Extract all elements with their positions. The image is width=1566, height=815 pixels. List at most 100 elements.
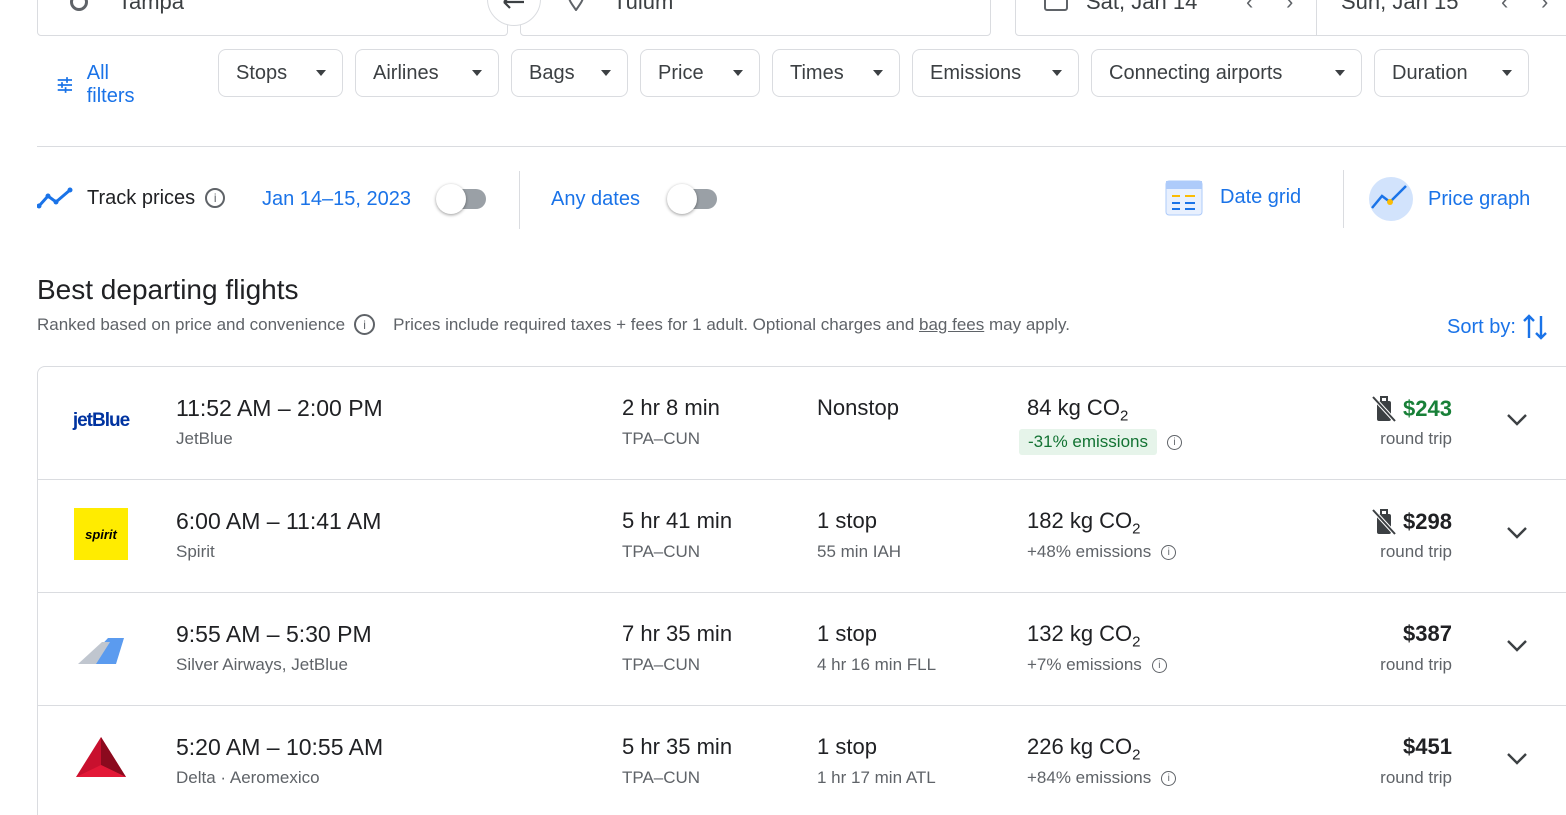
- flight-duration: 5 hr 41 min: [622, 508, 733, 533]
- dropdown-icon: [1502, 70, 1512, 76]
- info-icon[interactable]: i: [354, 314, 376, 335]
- co2-value: 132 kg CO2: [1027, 621, 1141, 651]
- origin-input[interactable]: Tampa: [37, 0, 508, 36]
- jetblue-logo: jetBlue: [72, 410, 130, 431]
- return-date: Sun, Jan 15: [1341, 0, 1459, 14]
- all-filters-label: All filters: [86, 62, 135, 107]
- flight-duration: 2 hr 8 min: [622, 395, 720, 420]
- layover-info: 55 min IAH: [817, 542, 902, 561]
- sort-by-label: Sort by:: [1447, 315, 1516, 338]
- flight-row[interactable]: 5:20 AM – 10:55 AM Delta · Aeromexico 5 …: [38, 706, 1566, 815]
- flight-stops: 1 stop: [817, 508, 877, 533]
- flight-route: TPA–CUN: [622, 655, 701, 674]
- chevron-down-icon[interactable]: [1506, 413, 1528, 427]
- section-subtitle: Ranked based on price and convenience i …: [37, 314, 1070, 335]
- delta-logo: [76, 737, 126, 777]
- trend-icon: [37, 187, 73, 209]
- track-prices-toggle[interactable]: [436, 182, 488, 214]
- prev-date-icon[interactable]: ‹: [1246, 0, 1253, 15]
- price-value: $298: [1403, 509, 1452, 534]
- emissions-info: -31% emissions i: [1019, 429, 1182, 455]
- connecting-airports-filter[interactable]: Connecting airports: [1091, 49, 1362, 97]
- divider: [37, 146, 1566, 147]
- airline-name: Silver Airways, JetBlue: [176, 655, 348, 674]
- flight-duration: 5 hr 35 min: [622, 734, 733, 759]
- emissions-info: +84% emissions i: [1027, 768, 1177, 788]
- chip-label: Price: [658, 61, 704, 84]
- next-return-icon[interactable]: ›: [1541, 0, 1548, 15]
- info-icon[interactable]: i: [205, 188, 226, 208]
- flight-stops: 1 stop: [817, 621, 877, 646]
- info-icon[interactable]: i: [1161, 770, 1177, 786]
- airline-name: Spirit: [176, 542, 215, 561]
- any-dates-label: Any dates: [551, 188, 640, 210]
- flight-times: 9:55 AM – 5:30 PM: [176, 621, 372, 647]
- dropdown-icon: [316, 70, 326, 76]
- chip-label: Airlines: [373, 61, 439, 84]
- tune-icon: [57, 77, 73, 93]
- price-value: $451: [1403, 734, 1452, 759]
- chevron-down-icon[interactable]: [1506, 639, 1528, 653]
- date-divider: [1316, 0, 1317, 35]
- emissions-filter[interactable]: Emissions: [912, 49, 1079, 97]
- origin-value: Tampa: [118, 0, 185, 14]
- next-date-icon[interactable]: ›: [1286, 0, 1293, 15]
- flight-row[interactable]: spirit 6:00 AM – 11:41 AM Spirit 5 hr 41…: [38, 480, 1566, 593]
- info-icon[interactable]: i: [1161, 544, 1177, 560]
- any-dates-toggle[interactable]: [667, 182, 719, 214]
- date-input[interactable]: Sat, Jan 14 ‹ › Sun, Jan 15 ‹ ›: [1015, 0, 1566, 36]
- emissions-text: +7% emissions: [1027, 655, 1142, 674]
- flight-route: TPA–CUN: [622, 542, 701, 561]
- sort-by-button[interactable]: Sort by:: [1447, 312, 1548, 342]
- airline-name: JetBlue: [176, 429, 233, 448]
- flight-row[interactable]: jetBlue 11:52 AM – 2:00 PM JetBlue 2 hr …: [38, 367, 1566, 480]
- depart-date: Sat, Jan 14: [1086, 0, 1198, 14]
- co2-value: 84 kg CO2: [1027, 395, 1129, 425]
- chip-label: Times: [790, 61, 844, 84]
- prices-note: Prices include required taxes + fees for…: [393, 314, 915, 334]
- info-icon[interactable]: i: [1167, 434, 1182, 450]
- flight-price: $298: [1371, 508, 1452, 536]
- duration-filter[interactable]: Duration: [1374, 49, 1529, 97]
- stops-filter[interactable]: Stops: [218, 49, 343, 97]
- airlines-filter[interactable]: Airlines: [355, 49, 499, 97]
- track-prices-label: Track prices: [87, 186, 196, 209]
- origin-icon: [70, 0, 88, 11]
- trip-type: round trip: [1380, 429, 1452, 448]
- flight-times: 5:20 AM – 10:55 AM: [176, 734, 384, 760]
- silver-airways-logo: [78, 638, 124, 664]
- date-range: Jan 14–15, 2023: [262, 188, 412, 210]
- no-bag-icon: [1371, 395, 1397, 423]
- price-graph-button[interactable]: Price graph: [1368, 176, 1530, 222]
- emissions-text: +84% emissions: [1027, 768, 1152, 787]
- flight-list: jetBlue 11:52 AM – 2:00 PM JetBlue 2 hr …: [37, 366, 1566, 815]
- price-graph-label: Price graph: [1428, 187, 1531, 210]
- chevron-down-icon[interactable]: [1506, 526, 1528, 540]
- prices-note-end: may apply.: [988, 314, 1070, 334]
- flight-route: TPA–CUN: [622, 429, 701, 448]
- all-filters-button[interactable]: All filters: [57, 62, 141, 108]
- trip-type: round trip: [1380, 768, 1452, 787]
- date-grid-button[interactable]: Date grid: [1163, 176, 1301, 218]
- location-pin-icon: [567, 0, 585, 17]
- price-value: $387: [1403, 621, 1452, 646]
- emissions-info: +48% emissions i: [1027, 542, 1177, 562]
- chip-label: Emissions: [930, 61, 1022, 84]
- emissions-badge: -31% emissions: [1019, 429, 1157, 455]
- calendar-icon: [1044, 0, 1068, 11]
- prev-return-icon[interactable]: ‹: [1501, 0, 1508, 15]
- chevron-down-icon[interactable]: [1506, 752, 1528, 766]
- dropdown-icon: [601, 70, 611, 76]
- destination-input[interactable]: Tulum: [520, 0, 991, 36]
- ranked-text: Ranked based on price and convenience: [37, 314, 346, 334]
- flight-row[interactable]: 9:55 AM – 5:30 PM Silver Airways, JetBlu…: [38, 593, 1566, 706]
- spirit-logo: spirit: [74, 508, 128, 560]
- emissions-text: +48% emissions: [1027, 542, 1152, 561]
- flight-times: 11:52 AM – 2:00 PM: [176, 395, 383, 421]
- info-icon[interactable]: i: [1151, 657, 1167, 673]
- times-filter[interactable]: Times: [772, 49, 900, 97]
- flight-stops: 1 stop: [817, 734, 877, 759]
- price-filter[interactable]: Price: [640, 49, 760, 97]
- bags-filter[interactable]: Bags: [511, 49, 628, 97]
- bag-fees-link[interactable]: bag fees: [919, 315, 984, 335]
